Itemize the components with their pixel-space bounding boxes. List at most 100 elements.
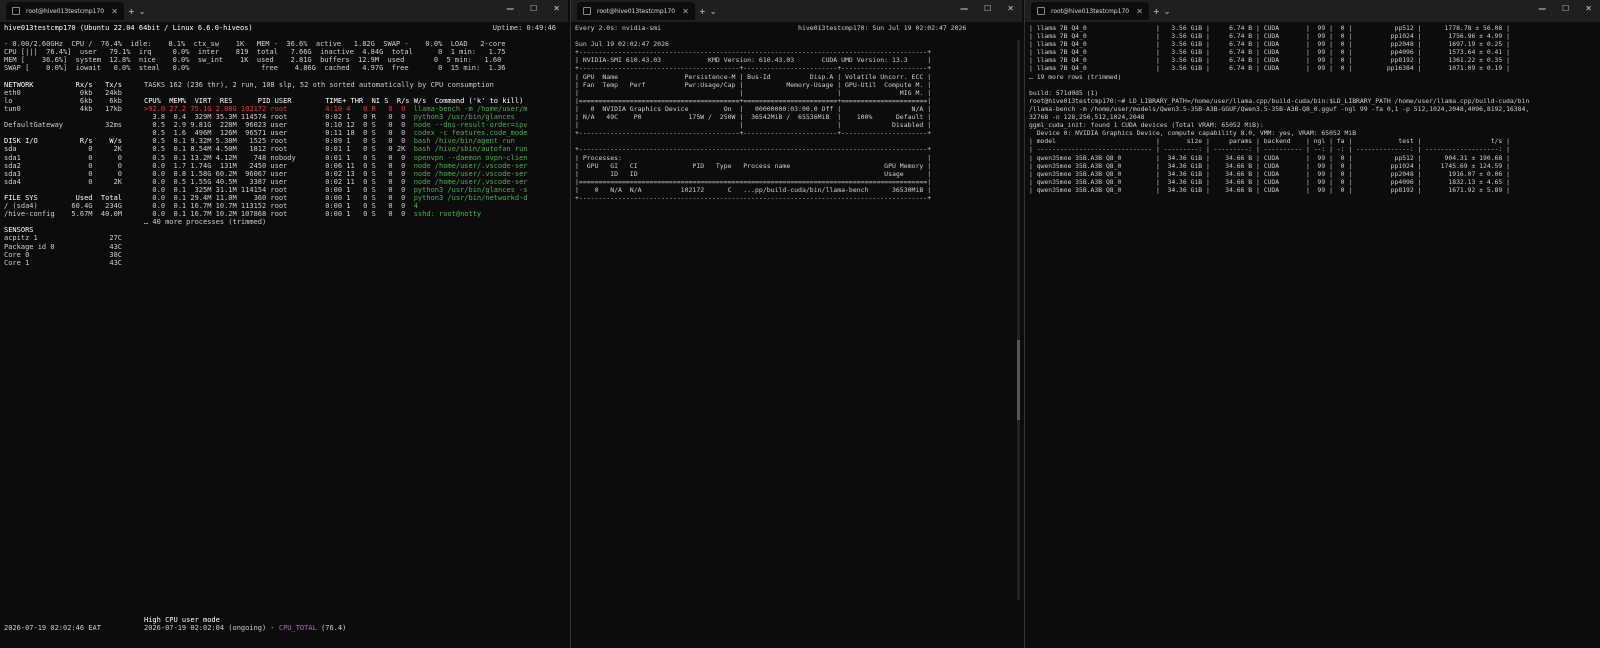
stat-line: lo 6kb 6kb — [4, 96, 123, 105]
process-row[interactable]: 0.5 0.1 8.54M 4.50M 1812 root 0:01 1 0 S… — [144, 145, 564, 153]
cpu-summary-line: MEM [ 36.6%] system 12.8% nice 0.0% sw_i… — [4, 56, 502, 65]
process-header: CPU% MEM% VIRT RES PID USER TIME+ THR NI… — [144, 96, 524, 105]
dropdown-icon[interactable]: ⌄ — [710, 7, 717, 16]
close-window-button[interactable]: ✕ — [1585, 4, 1592, 13]
process-list[interactable]: >92.0 27.2 75.1G 2.08G 102172 root 4:10 … — [144, 105, 564, 218]
nvidia-smi-line — [575, 137, 1018, 145]
nvidia-smi-line: | 0 N/A N/A 102172 C ...pp/build-cuda/bi… — [575, 185, 932, 194]
minimize-button[interactable]: — — [1538, 4, 1546, 13]
close-window-button[interactable]: ✕ — [553, 4, 560, 13]
maximize-button[interactable]: ☐ — [1562, 4, 1569, 13]
new-tab-icon[interactable]: + — [699, 7, 706, 16]
nvidia-smi-line: |=======================================… — [575, 177, 932, 186]
terminal-window-glances[interactable]: root@hive013testcmp170 ✕ + ⌄ — ☐ ✕ hive013te… — [0, 0, 568, 648]
process-row[interactable]: 0.5 1.6 496M 126M 96571 user 0:11 18 0 S… — [144, 129, 564, 137]
maximize-button[interactable]: ☐ — [984, 4, 991, 13]
bench-row: | qwen35moe 35B.A3B Q8_0 | 34.36 GiB | 3… — [1029, 177, 1510, 186]
process-row[interactable]: 0.0 0.1 16.7M 10.7M 113152 root 0:00 1 0… — [144, 202, 564, 210]
bench-row: | qwen35moe 35B.A3B Q8_0 | 34.36 GiB | 3… — [1029, 153, 1510, 162]
bench-row: | llama 7B Q4_0 | 3.56 GiB | 6.74 B | CU… — [1029, 32, 1510, 41]
nvidia-smi-line: | N/A 49C P0 175W / 250W | 36542MiB / 65… — [575, 113, 932, 122]
scrollbar[interactable] — [1017, 40, 1020, 600]
host-header: hive013testcmp170 (Ubuntu 22.04 64bit / … — [4, 24, 253, 32]
stat-line: FILE SYS Used Total — [4, 193, 123, 202]
process-row[interactable]: 0.5 0.1 9.32M 5.38M 1525 root 0:09 1 0 S… — [144, 137, 564, 145]
terminal-line: /llama-bench -m /home/user/models/Qwen3.… — [1029, 104, 1530, 113]
tab-bar: root@hive013testcmp170 ✕ + ⌄ — [1025, 0, 1600, 22]
close-tab-icon[interactable]: ✕ — [111, 7, 118, 16]
terminal-icon — [1037, 7, 1045, 15]
dropdown-icon[interactable]: ⌄ — [139, 7, 146, 16]
process-row[interactable]: 0.5 2.9 9.81G 228M 96023 user 0:10 12 0 … — [144, 121, 564, 129]
process-row[interactable]: 0.5 0.1 13.2M 4.12M 748 nobody 0:01 1 0 … — [144, 154, 564, 162]
nvidia-smi-line: Sun Jul 19 02:02:47 2026 — [575, 40, 669, 49]
nvidia-smi-line: | | | Disabled | — [575, 121, 932, 130]
side-stats: NETWORK Rx/s Tx/s eth0 0kb 24kb lo 6kb 6kb… — [4, 81, 144, 267]
cpu-summary-line: SWAP [ 0.0%] iowait 0.0% steal 0.0% free… — [4, 64, 506, 73]
maximize-button[interactable]: ☐ — [530, 4, 537, 13]
close-tab-icon[interactable]: ✕ — [1136, 7, 1143, 16]
cpu-summary-line: CPU [||| 76.4%] user 79.1% irq 0.0% inte… — [4, 48, 506, 57]
process-row[interactable]: 0.0 0.1 29.4M 11.0M 360 root 0:00 1 0 S … — [144, 194, 564, 202]
terminal-window-llama-bench[interactable]: root@hive013testcmp170 ✕ + ⌄ — ☐ ✕ | llama 7… — [1024, 0, 1600, 648]
tasks-line: TASKS 162 (236 thr), 2 run, 108 slp, 52 … — [144, 80, 494, 89]
tab-glances[interactable]: root@hive013testcmp170 ✕ — [6, 2, 124, 20]
stat-line: NETWORK Rx/s Tx/s — [4, 80, 123, 89]
tab-bar: root@hive013testcmp170 ✕ + ⌄ — [0, 0, 568, 22]
stat-line: sda3 0 0 — [4, 169, 123, 178]
process-row[interactable]: 0.0 1.7 1.74G 131M 2450 user 0:06 11 0 S… — [144, 162, 564, 170]
stat-line: SENSORS — [4, 226, 34, 235]
stat-line: eth0 0kb 24kb — [4, 88, 123, 97]
tab-llama-bench[interactable]: root@hive013testcmp170 ✕ — [1031, 2, 1149, 20]
nvidia-smi-line: |=======================================… — [575, 96, 932, 105]
process-row[interactable]: 0.0 0.1 325M 31.1M 114154 root 0:00 1 0 … — [144, 186, 564, 194]
process-row[interactable]: 0.0 0.8 1.58G 60.2M 96067 user 0:02 13 0… — [144, 170, 564, 178]
process-row[interactable]: 0.0 0.5 1.55G 40.5M 3387 user 0:02 11 0 … — [144, 178, 564, 186]
terminal-line: root@hive013testcmp170:~# LD_LIBRARY_PAT… — [1029, 96, 1530, 105]
stat-line: acpitz 1 27C — [4, 234, 123, 243]
stat-line: sda4 0 2K — [4, 177, 123, 186]
process-row[interactable]: 0.0 0.1 16.7M 10.2M 107868 root 0:00 1 0… — [144, 210, 564, 218]
stat-line: DefaultGateway 32ms — [4, 121, 123, 130]
cpu-summary: - 0.00/2.60GHz CPU / 76.4% idle: 8.1% ct… — [4, 40, 564, 72]
terminal-output[interactable]: hive013testcmp170 (Ubuntu 22.04 64bit / … — [0, 22, 568, 648]
tab-nvidia-smi[interactable]: root@hive013testcmp170 ✕ — [577, 2, 695, 20]
minimize-button[interactable]: — — [960, 4, 968, 13]
terminal-window-nvidia-smi[interactable]: root@hive013testcmp170 ✕ + ⌄ — ☐ ✕ Every 2.0… — [570, 0, 1022, 648]
tab-bar: root@hive013testcmp170 ✕ + ⌄ — [571, 0, 1022, 22]
bench-row: | qwen35moe 35B.A3B Q8_0 | 34.36 GiB | 3… — [1029, 169, 1510, 178]
new-tab-icon[interactable]: + — [1153, 7, 1160, 16]
cpu-summary-line: - 0.00/2.60GHz CPU / 76.4% idle: 8.1% ct… — [4, 40, 506, 49]
alert-line: 2026-07-19 02:02:04 (ongoing) - CPU_TOTA… — [144, 623, 347, 632]
terminal-line: 32768 -n 128,256,512,1024,2048 — [1029, 113, 1145, 122]
window-controls: — ☐ ✕ — [1538, 4, 1592, 13]
minimize-button[interactable]: — — [506, 4, 514, 13]
bench-row: | llama 7B Q4_0 | 3.56 GiB | 6.74 B | CU… — [1029, 40, 1510, 49]
tab-title: root@hive013testcmp170 — [1051, 7, 1130, 15]
nvidia-smi-line: +---------------------------------------… — [575, 193, 932, 202]
bench-row: | qwen35moe 35B.A3B Q8_0 | 34.36 GiB | 3… — [1029, 161, 1510, 170]
terminal-output[interactable]: | llama 7B Q4_0 | 3.56 GiB | 6.74 B | CU… — [1025, 22, 1600, 648]
dropdown-icon[interactable]: ⌄ — [1164, 7, 1171, 16]
stat-line: Core 1 43C — [4, 258, 123, 267]
nvidia-smi-line: +---------------------------------------… — [575, 64, 932, 73]
terminal-line: build: 571d0d5 (1) — [1029, 88, 1099, 97]
terminal-icon — [12, 7, 20, 15]
uptime: Uptime: 0:49:46 — [492, 24, 556, 32]
bench-row: | qwen35moe 35B.A3B Q8_0 | 34.36 GiB | 3… — [1029, 185, 1510, 194]
terminal-line: | ------------------------------ | -----… — [1029, 145, 1510, 154]
scrollbar-thumb[interactable] — [1017, 340, 1020, 420]
terminal-output[interactable]: Every 2.0s: nvidia-smi hive013testcmp170… — [571, 22, 1022, 648]
bench-row: | llama 7B Q4_0 | 3.56 GiB | 6.74 B | CU… — [1029, 24, 1510, 32]
close-window-button[interactable]: ✕ — [1007, 4, 1014, 13]
process-row[interactable]: >92.0 27.2 75.1G 2.08G 102172 root 4:10 … — [144, 105, 564, 113]
terminal-line: | model | size | params | backend | ngl … — [1029, 137, 1510, 146]
alert-title: High CPU user mode — [144, 615, 220, 624]
terminal-icon — [583, 7, 591, 15]
new-tab-icon[interactable]: + — [128, 7, 135, 16]
nvidia-smi-line: Every 2.0s: nvidia-smi hive013testcmp170… — [575, 24, 967, 32]
stat-line — [4, 113, 144, 121]
process-row[interactable]: 3.8 0.4 329M 35.3M 114574 root 0:02 1 0 … — [144, 113, 564, 121]
stat-line: tun0 4kb 17kb — [4, 104, 123, 113]
close-tab-icon[interactable]: ✕ — [682, 7, 689, 16]
